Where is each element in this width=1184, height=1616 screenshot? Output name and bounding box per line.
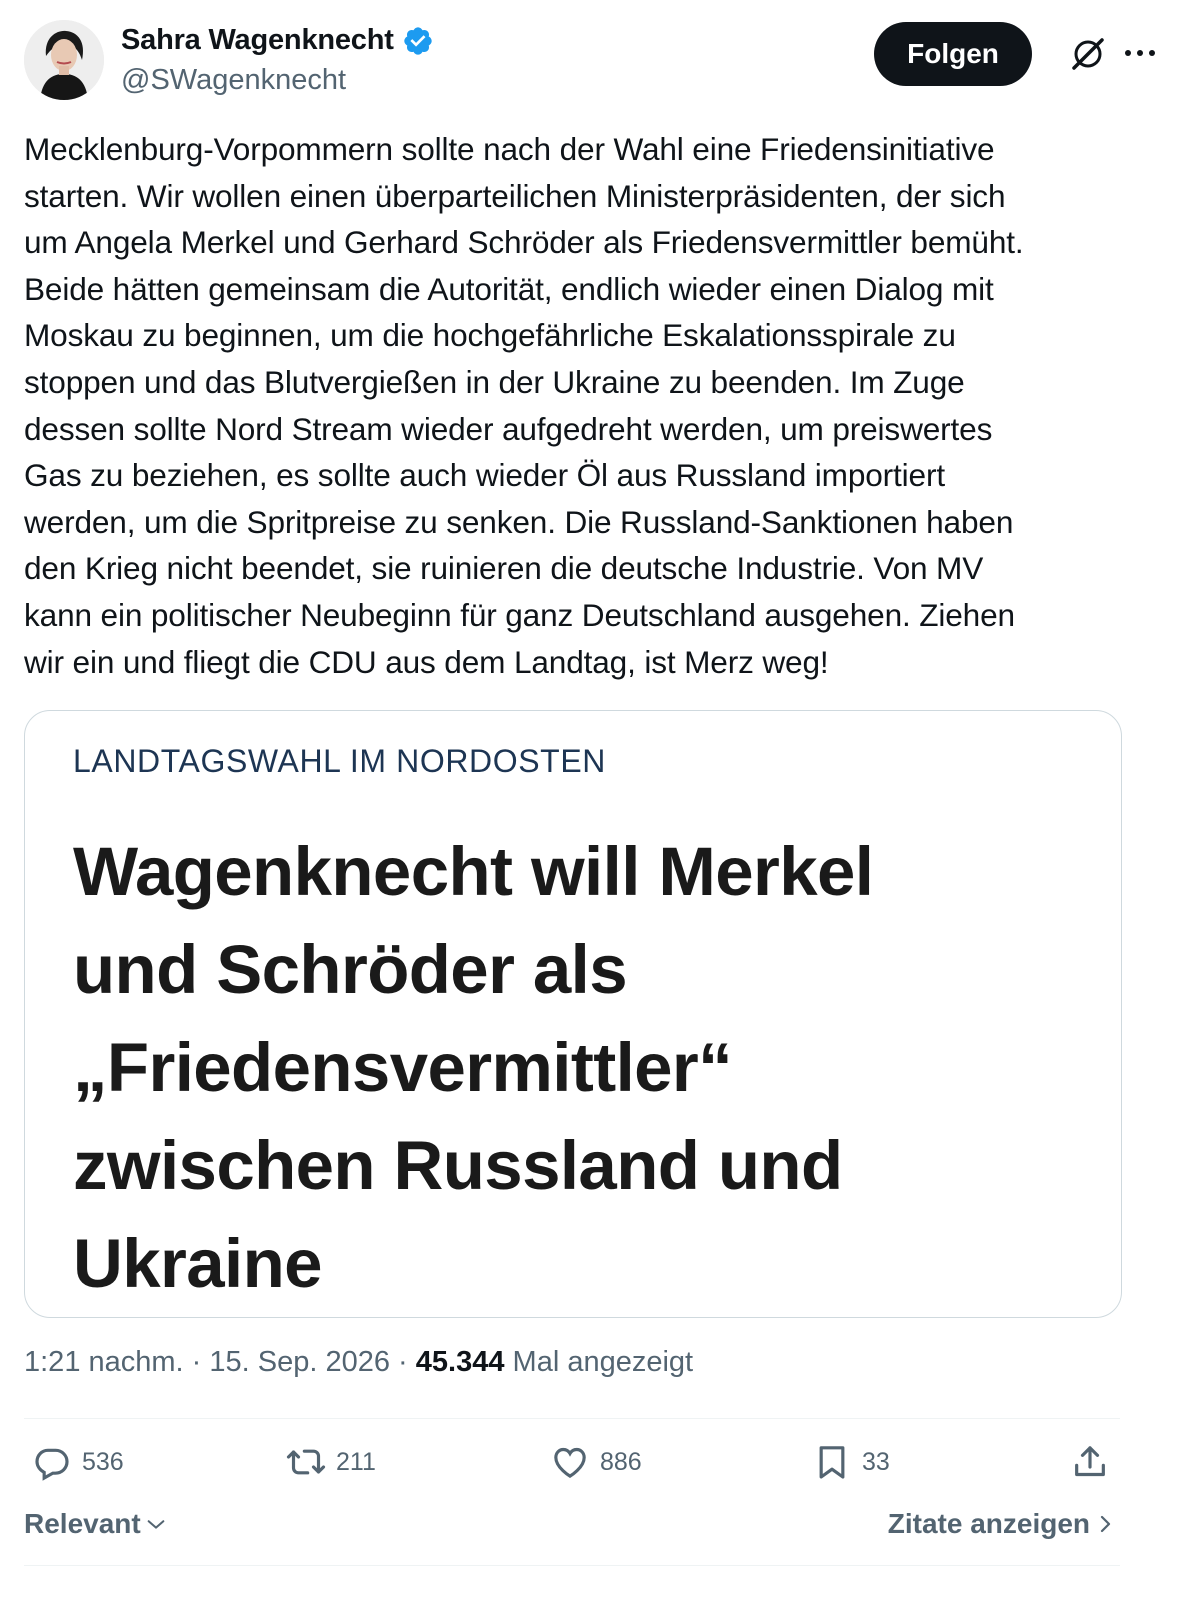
more-icon[interactable] [1122,38,1158,68]
article-card[interactable]: LANDTAGSWAHL IM NORDOSTEN Wagenknecht wi… [24,710,1122,1318]
reply-button[interactable]: 536 [32,1442,124,1482]
grok-icon[interactable] [1068,34,1108,74]
divider [24,1418,1120,1419]
verified-badge-icon [404,26,432,55]
share-button[interactable] [1070,1442,1110,1482]
show-quotes-link[interactable]: Zitate anzeigen [888,1508,1116,1540]
view-label: Mal angezeigt [512,1346,694,1378]
name-row: Sahra Wagenknecht [121,24,434,57]
sort-dropdown[interactable]: Relevant [24,1508,167,1540]
share-icon [1075,1446,1105,1477]
repost-count: 211 [336,1447,376,1476]
chevron-down-icon [147,1520,165,1529]
card-headline: Wagenknecht will Merkel und Schröder als… [73,833,874,1302]
divider [24,1565,1120,1566]
like-count: 886 [600,1447,642,1476]
avatar[interactable] [24,20,104,100]
repost-icon [286,1449,326,1475]
tweet-date[interactable]: 15. Sep. 2026 [209,1346,390,1378]
tweet-header: Sahra Wagenknecht @SWagenknecht Folgen [24,20,1160,102]
card-kicker: LANDTAGSWAHL IM NORDOSTEN [73,743,606,779]
meta-separator: · [390,1346,416,1378]
author-name[interactable]: Sahra Wagenknecht [121,24,394,57]
tweet-meta: 1:21 nachm. · 15. Sep. 2026 · 45.344 Mal… [24,1346,693,1379]
view-count: 45.344 [415,1346,505,1378]
bookmark-icon [819,1446,845,1479]
meta-separator: · [183,1346,210,1378]
tweet-text: Mecklenburg-Vorpommern sollte nach der W… [24,131,1024,680]
sort-label: Relevant [24,1508,141,1539]
reply-count: 536 [82,1447,124,1476]
action-bar: 536 211 886 33 [24,1442,1120,1492]
reply-icon [35,1448,69,1481]
repost-button[interactable]: 211 [286,1442,376,1482]
quotes-label: Zitate anzeigen [887,1508,1090,1539]
follow-button[interactable]: Folgen [874,22,1032,86]
heart-icon [554,1447,586,1479]
chevron-right-icon [1100,1515,1111,1533]
like-button[interactable]: 886 [550,1442,642,1482]
tweet-time[interactable]: 1:21 nachm. [24,1346,184,1378]
bookmark-button[interactable]: 33 [812,1442,890,1482]
bookmark-count: 33 [862,1447,890,1476]
author-handle[interactable]: @SWagenknecht [121,64,346,97]
